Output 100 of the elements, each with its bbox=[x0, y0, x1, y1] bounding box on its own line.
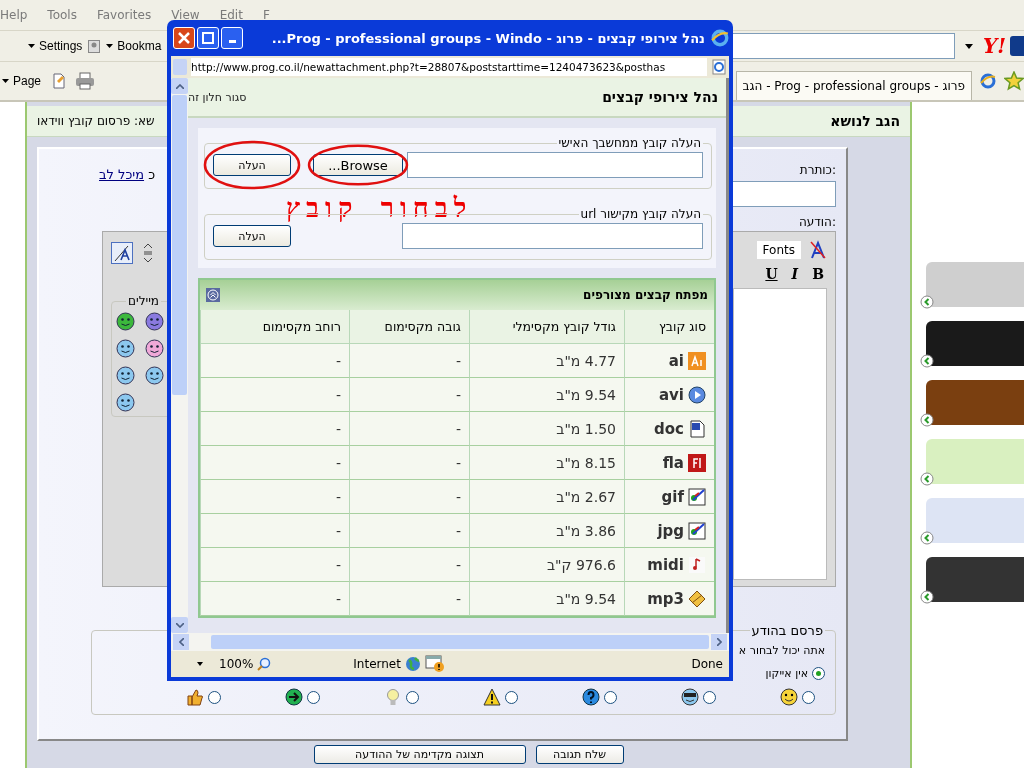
radio-button[interactable] bbox=[802, 690, 815, 704]
upload-button[interactable]: העלה bbox=[213, 154, 291, 176]
post-icon-hint: אתה יכול לבחור א bbox=[738, 644, 825, 657]
author-link[interactable]: מיכל לב bbox=[99, 167, 145, 182]
square-icon bbox=[688, 453, 706, 472]
table-cell: 9.54 מ"ב bbox=[556, 590, 616, 607]
arrow-left-icon[interactable] bbox=[920, 354, 934, 368]
collapse-icon[interactable] bbox=[206, 288, 220, 302]
message-field[interactable] bbox=[733, 288, 827, 580]
caret-left-icon[interactable] bbox=[178, 638, 184, 646]
subject-label: כותרת: bbox=[799, 163, 836, 177]
ie-icon bbox=[711, 29, 729, 47]
table-cell: gif bbox=[661, 487, 684, 506]
security-zone: Internet bbox=[353, 657, 401, 671]
smiley-icon[interactable] bbox=[116, 393, 135, 412]
browse-button[interactable]: Browse... bbox=[313, 154, 403, 176]
table-cell: jpg bbox=[657, 521, 684, 540]
table-cell: - bbox=[335, 590, 341, 607]
form-button[interactable]: שלח תגובה bbox=[535, 745, 624, 764]
radio-button[interactable] bbox=[812, 667, 825, 680]
column-header: רוחב מקסימום bbox=[200, 310, 349, 344]
close-button[interactable] bbox=[173, 27, 195, 49]
menu-item[interactable]: View bbox=[171, 8, 200, 22]
square-icon bbox=[688, 351, 706, 370]
radio-button[interactable] bbox=[406, 690, 419, 704]
caret-down-icon bbox=[2, 79, 9, 83]
font-dropdown[interactable]: Fonts bbox=[756, 241, 801, 259]
file-path-field[interactable] bbox=[407, 152, 703, 178]
page-title: הגב לנושא bbox=[830, 113, 900, 129]
menu-item[interactable]: Favorites bbox=[96, 8, 152, 22]
upload-button[interactable]: העלה bbox=[213, 225, 291, 247]
format-button[interactable]: B bbox=[809, 266, 827, 282]
maximize-button[interactable] bbox=[197, 27, 219, 49]
caret-down-icon bbox=[106, 44, 114, 48]
menu-item[interactable]: Help bbox=[0, 8, 28, 22]
logo[interactable]: Y! bbox=[982, 34, 1006, 58]
table-cell: - bbox=[335, 522, 341, 539]
table-title: מפתח קבצים מצורפים bbox=[583, 288, 708, 302]
browser-tab[interactable]: פרוג - Prog - professional groups - הגב bbox=[735, 70, 972, 100]
warning-icon bbox=[483, 688, 501, 706]
radio-button[interactable] bbox=[505, 690, 518, 704]
zoom-icon[interactable] bbox=[257, 657, 272, 671]
caret-right-icon[interactable] bbox=[716, 638, 722, 646]
remove-format-icon[interactable] bbox=[809, 240, 827, 260]
image-file-icon bbox=[688, 487, 706, 506]
light-bulb-icon bbox=[384, 688, 402, 706]
table-cell: - bbox=[455, 556, 461, 573]
table-cell: - bbox=[455, 590, 461, 607]
page-button[interactable]: Page bbox=[0, 74, 44, 88]
radio-button[interactable] bbox=[208, 690, 221, 704]
format-button[interactable]: U bbox=[762, 266, 781, 282]
menu-item[interactable]: Edit bbox=[219, 8, 243, 22]
caret-down-icon[interactable] bbox=[175, 622, 184, 628]
post-icon-legend: פרסם בהודע bbox=[749, 623, 825, 638]
horizontal-scrollbar[interactable] bbox=[171, 633, 729, 651]
table-cell: - bbox=[335, 420, 341, 437]
settings-button[interactable]: Settings bbox=[26, 39, 85, 53]
bookmarks-button[interactable]: Bookma bbox=[104, 39, 164, 53]
smiley-icon[interactable] bbox=[116, 312, 135, 331]
table-cell: fla bbox=[662, 453, 684, 472]
table-cell: - bbox=[455, 420, 461, 437]
page-icon[interactable] bbox=[51, 73, 68, 89]
expand-collapse-icon[interactable] bbox=[143, 242, 153, 264]
table-cell: - bbox=[455, 386, 461, 403]
radio-button[interactable] bbox=[604, 690, 617, 704]
menu-item[interactable]: Tools bbox=[47, 8, 77, 22]
close-window-link[interactable]: סגור חלון זה bbox=[188, 90, 247, 104]
form-button[interactable]: תצוגה מקדימה של ההודעה bbox=[313, 745, 526, 764]
zoom-level[interactable]: 100% bbox=[219, 657, 254, 671]
arrow-left-icon[interactable] bbox=[920, 413, 934, 427]
arrow-right-icon bbox=[285, 688, 303, 706]
smiley-icon[interactable] bbox=[145, 339, 164, 358]
smiley-icon[interactable] bbox=[116, 366, 135, 385]
caret-up-icon[interactable] bbox=[175, 83, 184, 89]
format-button[interactable]: I bbox=[788, 266, 802, 282]
smiley-icon[interactable] bbox=[116, 339, 135, 358]
smiley-icon[interactable] bbox=[145, 312, 164, 331]
table-cell: 3.86 מ"ב bbox=[556, 522, 616, 539]
question-mark-icon bbox=[582, 688, 600, 706]
address-field: http://www.prog.co.il/newattachment.php?t=28807&poststarttime=1240473623&posthas bbox=[191, 58, 707, 76]
font-style-icon[interactable] bbox=[111, 242, 133, 264]
url-field[interactable] bbox=[402, 223, 703, 249]
caret-down-icon bbox=[28, 44, 35, 48]
table-cell: 976.6 ק"ב bbox=[547, 556, 616, 573]
radio-button[interactable] bbox=[307, 690, 320, 704]
vertical-scrollbar[interactable] bbox=[171, 78, 188, 633]
table-cell: - bbox=[455, 488, 461, 505]
table-cell: - bbox=[335, 352, 341, 369]
radio-button[interactable] bbox=[703, 690, 716, 704]
table-cell: - bbox=[335, 386, 341, 403]
smiley-icon[interactable] bbox=[145, 366, 164, 385]
arrow-left-icon[interactable] bbox=[920, 590, 934, 604]
table-cell: 4.77 מ"ב bbox=[556, 352, 616, 369]
upload-url-legend: העלה קובץ מקישור url bbox=[578, 207, 703, 221]
star-icon[interactable] bbox=[1004, 71, 1024, 91]
table-cell: ai bbox=[668, 351, 684, 370]
minimize-button[interactable] bbox=[221, 27, 243, 49]
table-cell: - bbox=[335, 556, 341, 573]
menu-item[interactable]: F bbox=[262, 8, 270, 22]
print-icon[interactable] bbox=[75, 72, 96, 90]
